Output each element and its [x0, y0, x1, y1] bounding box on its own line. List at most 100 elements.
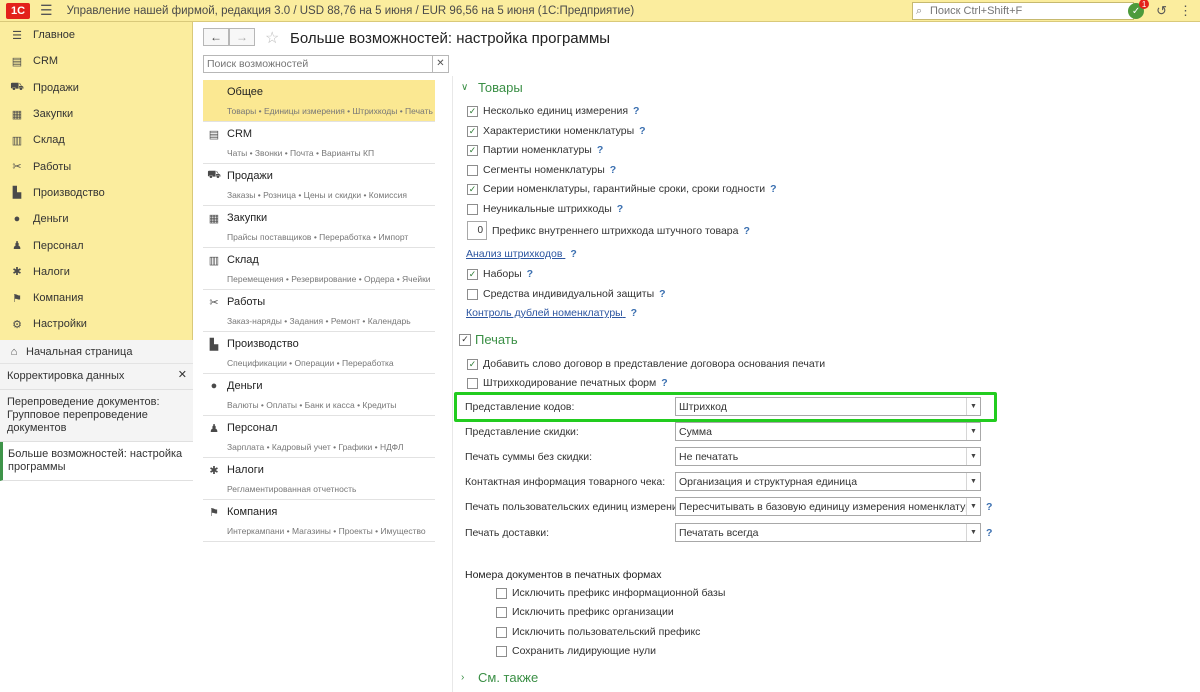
checkbox[interactable] — [496, 626, 507, 638]
select-discount-view[interactable]: Сумма ▼ — [675, 422, 981, 441]
section-sales[interactable]: ⛟ Продажи Заказы • Розница • Цены и скидк… — [203, 164, 435, 206]
section-warehouse[interactable]: ▥ Склад Перемещения • Резервирование • Ор… — [203, 248, 435, 290]
help-icon[interactable]: ? — [639, 125, 645, 137]
checkbox[interactable] — [467, 377, 478, 389]
section-personnel[interactable]: ♟ Персонал Зарплата • Кадровый учет • Гра… — [203, 416, 435, 458]
features-search-input[interactable] — [204, 56, 432, 72]
checkbox[interactable]: ✓ — [467, 183, 478, 195]
doc-number-check-3[interactable]: Сохранить лидирующие нули — [496, 645, 656, 657]
home-page-link[interactable]: ⌂ Начальная страница — [0, 340, 193, 364]
back-button[interactable]: ← — [203, 28, 229, 46]
select-custom-units[interactable]: Пересчитывать в базовую единицу измерени… — [675, 497, 981, 516]
section-production[interactable]: ▙ Производство Спецификации • Операции • … — [203, 332, 435, 374]
help-icon[interactable]: ? — [631, 307, 637, 319]
checkbox[interactable]: ✓ — [467, 268, 478, 280]
section-money[interactable]: ● Деньги Валюты • Оплаты • Банк и касса •… — [203, 374, 435, 416]
checkbox[interactable] — [496, 587, 507, 599]
close-icon[interactable]: ✕ — [178, 369, 187, 382]
select-delivery-print[interactable]: Печатать всегда ▼ — [675, 523, 981, 542]
dropdown-arrow-icon[interactable]: ▼ — [966, 448, 980, 465]
sidebar-item-sales[interactable]: ⛟ Продажи — [0, 75, 192, 101]
checkbox[interactable]: ✓ — [467, 105, 478, 117]
goods-check-3[interactable]: Сегменты номенклатуры? — [467, 164, 616, 176]
print-check-0[interactable]: ✓ Добавить слово договор в представление … — [467, 358, 825, 370]
duplicates-control-link[interactable]: Контроль дублей номенклатуры — [466, 307, 623, 319]
select-codes-view[interactable]: Штрихкод ▼ — [675, 397, 981, 416]
goods-check-1[interactable]: ✓ Характеристики номенклатуры? — [467, 125, 646, 137]
main-menu-icon[interactable]: ☰ — [40, 2, 53, 19]
select-receipt-contact[interactable]: Организация и структурная единица ▼ — [675, 472, 981, 491]
checkbox[interactable] — [467, 164, 478, 176]
notifications-icon[interactable]: ✓ 1 — [1128, 0, 1150, 19]
section-works[interactable]: ✂ Работы Заказ-наряды • Задания • Ремонт … — [203, 290, 435, 332]
goods-check-4[interactable]: ✓ Серии номенклатуры, гарантийные сроки, … — [467, 183, 777, 195]
help-icon[interactable]: ? — [986, 501, 992, 513]
checkbox[interactable]: ✓ — [467, 125, 478, 137]
goods-check-2[interactable]: ✓ Партии номенклатуры? — [467, 144, 603, 156]
sidebar-item-crm[interactable]: ▤ CRM — [0, 48, 192, 74]
checkbox[interactable] — [467, 203, 478, 215]
open-window-data-correction[interactable]: Корректировка данных ✕ — [0, 364, 193, 390]
group-goods-header[interactable]: ∨ Товары — [461, 80, 523, 95]
section-general[interactable]: Общее Товары • Единицы измерения • Штрих… — [203, 80, 435, 122]
sidebar-item-taxes[interactable]: ✱ Налоги — [0, 259, 192, 285]
help-icon[interactable]: ? — [659, 288, 665, 300]
print-check-1[interactable]: Штрихкодирование печатных форм? — [467, 377, 668, 389]
dropdown-arrow-icon[interactable]: ▼ — [966, 398, 980, 415]
barcode-prefix-input[interactable]: 0 — [467, 221, 487, 240]
doc-number-check-2[interactable]: Исключить пользовательский префикс — [496, 626, 700, 638]
help-icon[interactable]: ? — [743, 225, 749, 237]
help-icon[interactable]: ? — [770, 183, 776, 195]
section-purchases[interactable]: ▦ Закупки Прайсы поставщиков • Переработк… — [203, 206, 435, 248]
group-see-also-header[interactable]: › См. также — [461, 670, 538, 685]
sidebar-item-works[interactable]: ✂ Работы — [0, 153, 192, 179]
dropdown-arrow-icon[interactable]: ▼ — [966, 524, 980, 541]
checkbox[interactable] — [467, 288, 478, 300]
barcode-analysis-link[interactable]: Анализ штрихкодов — [466, 248, 562, 260]
sidebar-item-warehouse[interactable]: ▥ Склад — [0, 127, 192, 153]
forward-button[interactable]: → — [229, 28, 255, 46]
group-print-header[interactable]: ✓ Печать — [459, 332, 518, 347]
select-sum-without-discount[interactable]: Не печатать ▼ — [675, 447, 981, 466]
sidebar-item-purchases[interactable]: ▦ Закупки — [0, 101, 192, 127]
help-icon[interactable]: ? — [597, 144, 603, 156]
checkbox[interactable]: ✓ — [467, 144, 478, 156]
goods-check-0[interactable]: ✓ Несколько единиц измерения? — [467, 105, 639, 117]
help-icon[interactable]: ? — [986, 527, 992, 539]
features-search[interactable]: ✕ — [203, 55, 449, 73]
sets-check[interactable]: ✓ Наборы? — [467, 268, 533, 280]
sidebar-item-company[interactable]: ⚑ Компания — [0, 285, 192, 311]
doc-number-check-0[interactable]: Исключить префикс информационной базы — [496, 587, 725, 599]
checkbox[interactable] — [496, 606, 507, 618]
section-taxes[interactable]: ✱ Налоги Регламентированная отчетность — [203, 458, 435, 500]
help-icon[interactable]: ? — [617, 203, 623, 215]
section-crm[interactable]: ▤ CRM Чаты • Звонки • Почта • Варианты КП — [203, 122, 435, 164]
section-company[interactable]: ⚑ Компания Интеркампани • Магазины • Прое… — [203, 500, 435, 542]
dropdown-arrow-icon[interactable]: ▼ — [966, 498, 980, 515]
sidebar-item-production[interactable]: ▙ Производство — [0, 180, 192, 206]
open-window-more-features[interactable]: Больше возможностей: настройка программы — [0, 442, 193, 481]
sidebar-item-personnel[interactable]: ♟ Персонал — [0, 232, 192, 258]
checkbox[interactable] — [496, 645, 507, 657]
history-icon[interactable]: ↺ — [1156, 3, 1167, 19]
clear-icon[interactable]: ✕ — [432, 56, 448, 72]
help-icon[interactable]: ? — [610, 164, 616, 176]
doc-number-check-1[interactable]: Исключить префикс организации — [496, 606, 674, 618]
help-icon[interactable]: ? — [527, 268, 533, 280]
global-search[interactable]: ⌕ — [912, 2, 1134, 20]
help-icon[interactable]: ? — [661, 377, 667, 389]
ppe-check[interactable]: Средства индивидуальной защиты? — [467, 288, 666, 300]
more-menu-icon[interactable]: ⋮ — [1179, 3, 1192, 19]
help-icon[interactable]: ? — [633, 105, 639, 117]
sidebar-item-settings[interactable]: ⚙ Настройки — [0, 311, 192, 337]
checkbox[interactable]: ✓ — [467, 358, 478, 370]
sidebar-item-main[interactable]: ☰ Главное — [0, 22, 192, 48]
open-window-reposting[interactable]: Перепроведение документов: Групповое пер… — [0, 390, 193, 442]
sidebar-item-money[interactable]: ● Деньги — [0, 206, 192, 232]
dropdown-arrow-icon[interactable]: ▼ — [966, 473, 980, 490]
favorite-star-icon[interactable]: ☆ — [265, 28, 279, 48]
dropdown-arrow-icon[interactable]: ▼ — [966, 423, 980, 440]
help-icon[interactable]: ? — [570, 248, 576, 260]
global-search-input[interactable] — [930, 5, 1120, 17]
goods-check-5[interactable]: Неуникальные штрихкоды? — [467, 203, 623, 215]
